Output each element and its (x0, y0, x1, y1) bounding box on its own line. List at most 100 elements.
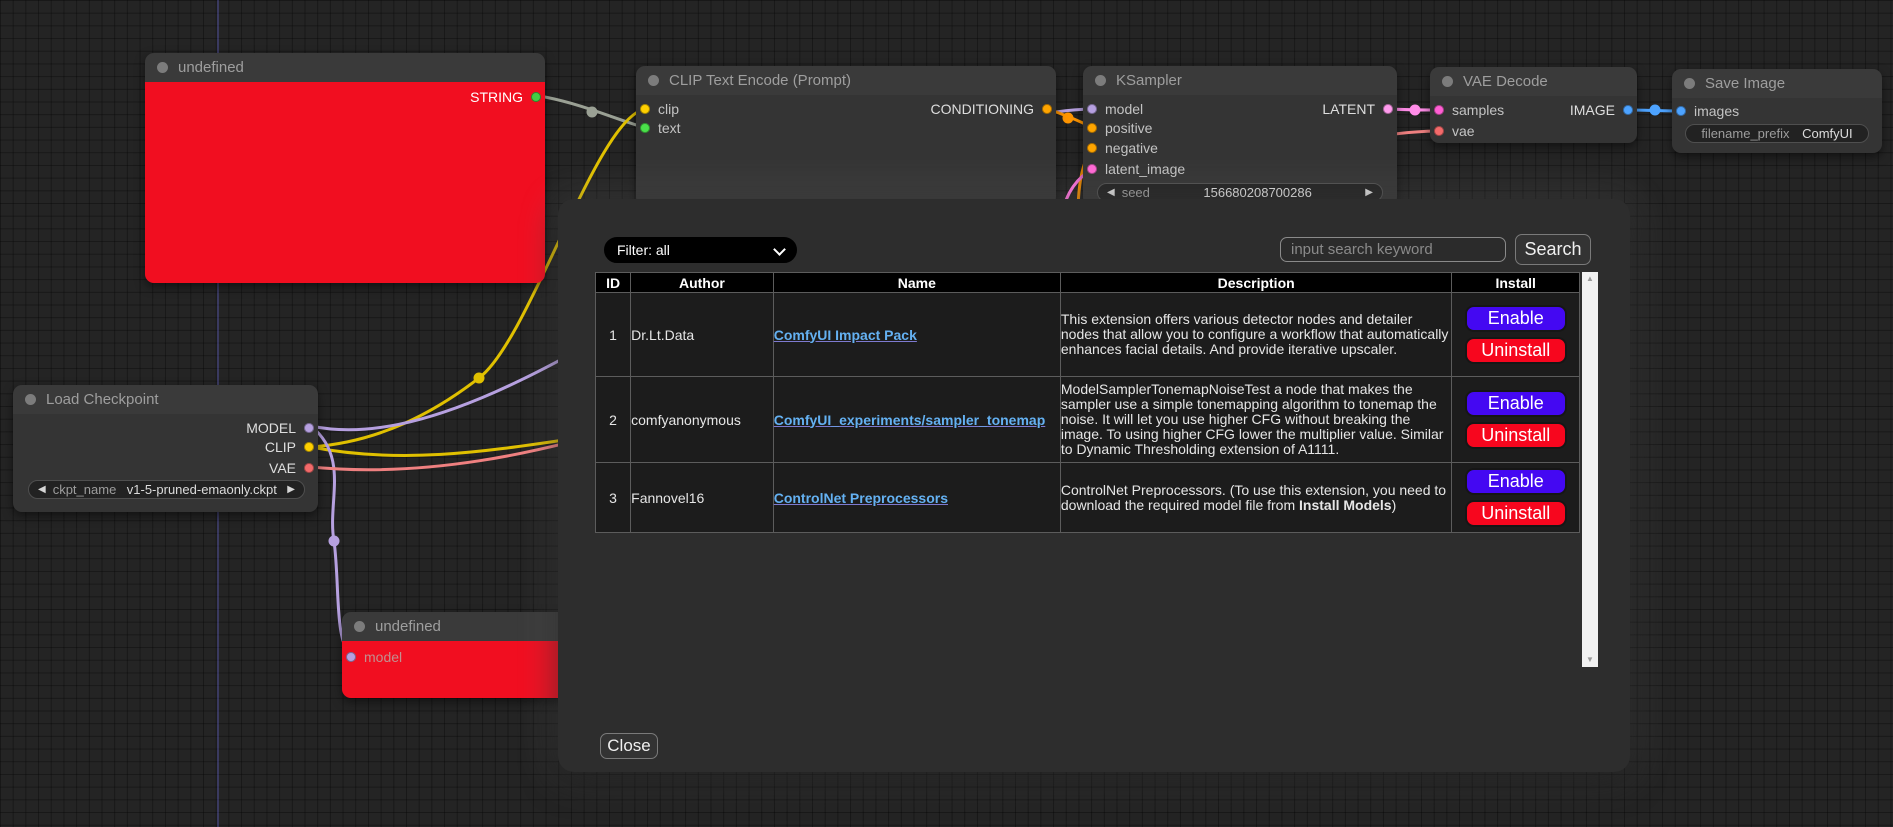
output-port-conditioning[interactable] (1042, 104, 1052, 114)
collapse-dot-icon[interactable] (1442, 76, 1453, 87)
col-header-name: Name (773, 273, 1060, 293)
input-port-text[interactable] (640, 123, 650, 133)
extension-link[interactable]: ControlNet Preprocessors (774, 490, 948, 506)
prev-arrow-icon[interactable]: ◀ (38, 485, 46, 495)
output-label: LATENT (1322, 101, 1375, 117)
output-port-image[interactable] (1623, 105, 1633, 115)
node-title: KSampler (1116, 72, 1182, 89)
col-header-id: ID (596, 273, 631, 293)
input-label: latent_image (1105, 161, 1185, 177)
cell-install: Enable Uninstall (1452, 293, 1580, 377)
input-port-latent-image[interactable] (1087, 164, 1097, 174)
output-label: CONDITIONING (931, 101, 1034, 117)
filter-select[interactable]: Filter: all (604, 237, 797, 263)
input-port-images[interactable] (1676, 106, 1686, 116)
input-port-vae[interactable] (1434, 126, 1444, 136)
node-undefined-top[interactable]: undefined STRING (145, 53, 545, 283)
collapse-dot-icon[interactable] (25, 394, 36, 405)
search-button[interactable]: Search (1515, 234, 1591, 265)
node-body: samples vae IMAGE (1430, 96, 1637, 143)
input-label: images (1694, 103, 1739, 119)
input-port-model[interactable] (1087, 104, 1097, 114)
table-row: 2 comfyanonymous ComfyUI_experiments/sam… (596, 377, 1580, 463)
decrement-arrow-icon[interactable]: ◀ (1107, 188, 1115, 198)
scroll-down-icon[interactable]: ▼ (1582, 653, 1598, 667)
node-load-checkpoint[interactable]: Load Checkpoint MODEL CLIP VAE ◀ckpt_nam… (13, 385, 318, 512)
output-label: STRING (470, 89, 523, 105)
output-label: CLIP (265, 439, 296, 455)
ckpt-name-widget[interactable]: ◀ckpt_name v1-5-pruned-emaonly.ckpt ▶ (28, 480, 305, 499)
node-clip-text-encode[interactable]: CLIP Text Encode (Prompt) clip text COND… (636, 66, 1056, 206)
node-title: CLIP Text Encode (Prompt) (669, 72, 851, 89)
enable-button[interactable]: Enable (1465, 468, 1567, 495)
collapse-dot-icon[interactable] (648, 75, 659, 86)
output-port-clip[interactable] (304, 442, 314, 452)
input-port-clip[interactable] (640, 104, 650, 114)
node-titlebar[interactable]: VAE Decode (1430, 67, 1637, 96)
input-label: vae (1452, 123, 1475, 139)
filename-prefix-widget[interactable]: filename_prefix ComfyUI (1685, 124, 1869, 143)
output-label: IMAGE (1570, 102, 1615, 118)
widget-value: 156680208700286 (1203, 185, 1311, 200)
cell-id: 1 (596, 293, 631, 377)
table-header-row: ID Author Name Description Install (596, 273, 1580, 293)
node-vae-decode[interactable]: VAE Decode samples vae IMAGE (1430, 67, 1637, 143)
link-midpoint-dot[interactable] (474, 373, 485, 384)
uninstall-button[interactable]: Uninstall (1465, 500, 1567, 527)
widget-label: seed (1122, 185, 1150, 200)
link-midpoint-dot[interactable] (1063, 113, 1074, 124)
table-row: 1 Dr.Lt.Data ComfyUI Impact Pack This ex… (596, 293, 1580, 377)
node-titlebar[interactable]: KSampler (1083, 66, 1397, 95)
output-port-vae[interactable] (304, 463, 314, 473)
wire-string (545, 97, 646, 128)
desc-bold: Install Models (1299, 497, 1392, 513)
output-port-model[interactable] (304, 423, 314, 433)
desc-tail: ) (1392, 497, 1397, 513)
node-body: STRING (145, 82, 545, 283)
cell-install: Enable Uninstall (1452, 463, 1580, 533)
input-port-samples[interactable] (1434, 105, 1444, 115)
link-midpoint-dot[interactable] (1650, 105, 1661, 116)
node-titlebar[interactable]: CLIP Text Encode (Prompt) (636, 66, 1056, 95)
cell-author: comfyanonymous (631, 377, 774, 463)
link-midpoint-dot[interactable] (1410, 105, 1421, 116)
output-port-string[interactable] (531, 92, 541, 102)
increment-arrow-icon[interactable]: ▶ (1365, 188, 1373, 198)
collapse-dot-icon[interactable] (1684, 78, 1695, 89)
uninstall-button[interactable]: Uninstall (1465, 337, 1567, 364)
col-header-install: Install (1452, 273, 1580, 293)
next-arrow-icon[interactable]: ▶ (287, 485, 295, 495)
node-body: model positive negative latent_image LAT… (1083, 95, 1397, 206)
node-titlebar[interactable]: Save Image (1672, 69, 1882, 98)
uninstall-button[interactable]: Uninstall (1465, 422, 1567, 449)
input-port-negative[interactable] (1087, 143, 1097, 153)
node-title: undefined (375, 618, 441, 635)
manager-dialog: Filter: all Search ID Author Name Descri… (558, 199, 1630, 772)
node-save-image[interactable]: Save Image images filename_prefix ComfyU… (1672, 69, 1882, 153)
cell-id: 3 (596, 463, 631, 533)
input-port-model[interactable] (346, 652, 356, 662)
collapse-dot-icon[interactable] (1095, 75, 1106, 86)
link-midpoint-dot[interactable] (329, 536, 340, 547)
close-button[interactable]: Close (600, 733, 658, 759)
table-scrollbar[interactable]: ▲ ▼ (1582, 272, 1598, 667)
scroll-up-icon[interactable]: ▲ (1582, 272, 1598, 286)
link-midpoint-dot[interactable] (587, 107, 598, 118)
extension-link[interactable]: ComfyUI Impact Pack (774, 327, 917, 343)
input-label: model (364, 649, 402, 665)
node-titlebar[interactable]: undefined (145, 53, 545, 82)
cell-author: Fannovel16 (631, 463, 774, 533)
collapse-dot-icon[interactable] (354, 621, 365, 632)
node-ksampler[interactable]: KSampler model positive negative latent_… (1083, 66, 1397, 206)
table-row: 3 Fannovel16 ControlNet Preprocessors Co… (596, 463, 1580, 533)
extension-link[interactable]: ComfyUI_experiments/sampler_tonemap (774, 412, 1046, 428)
collapse-dot-icon[interactable] (157, 62, 168, 73)
filter-dropdown[interactable]: Filter: all (604, 237, 797, 263)
input-port-positive[interactable] (1087, 123, 1097, 133)
node-titlebar[interactable]: Load Checkpoint (13, 385, 318, 414)
enable-button[interactable]: Enable (1465, 305, 1567, 332)
search-input[interactable] (1280, 237, 1506, 262)
output-port-latent[interactable] (1383, 104, 1393, 114)
node-graph-canvas[interactable]: undefined STRING CLIP Text Encode (Promp… (0, 0, 1893, 827)
enable-button[interactable]: Enable (1465, 390, 1567, 417)
